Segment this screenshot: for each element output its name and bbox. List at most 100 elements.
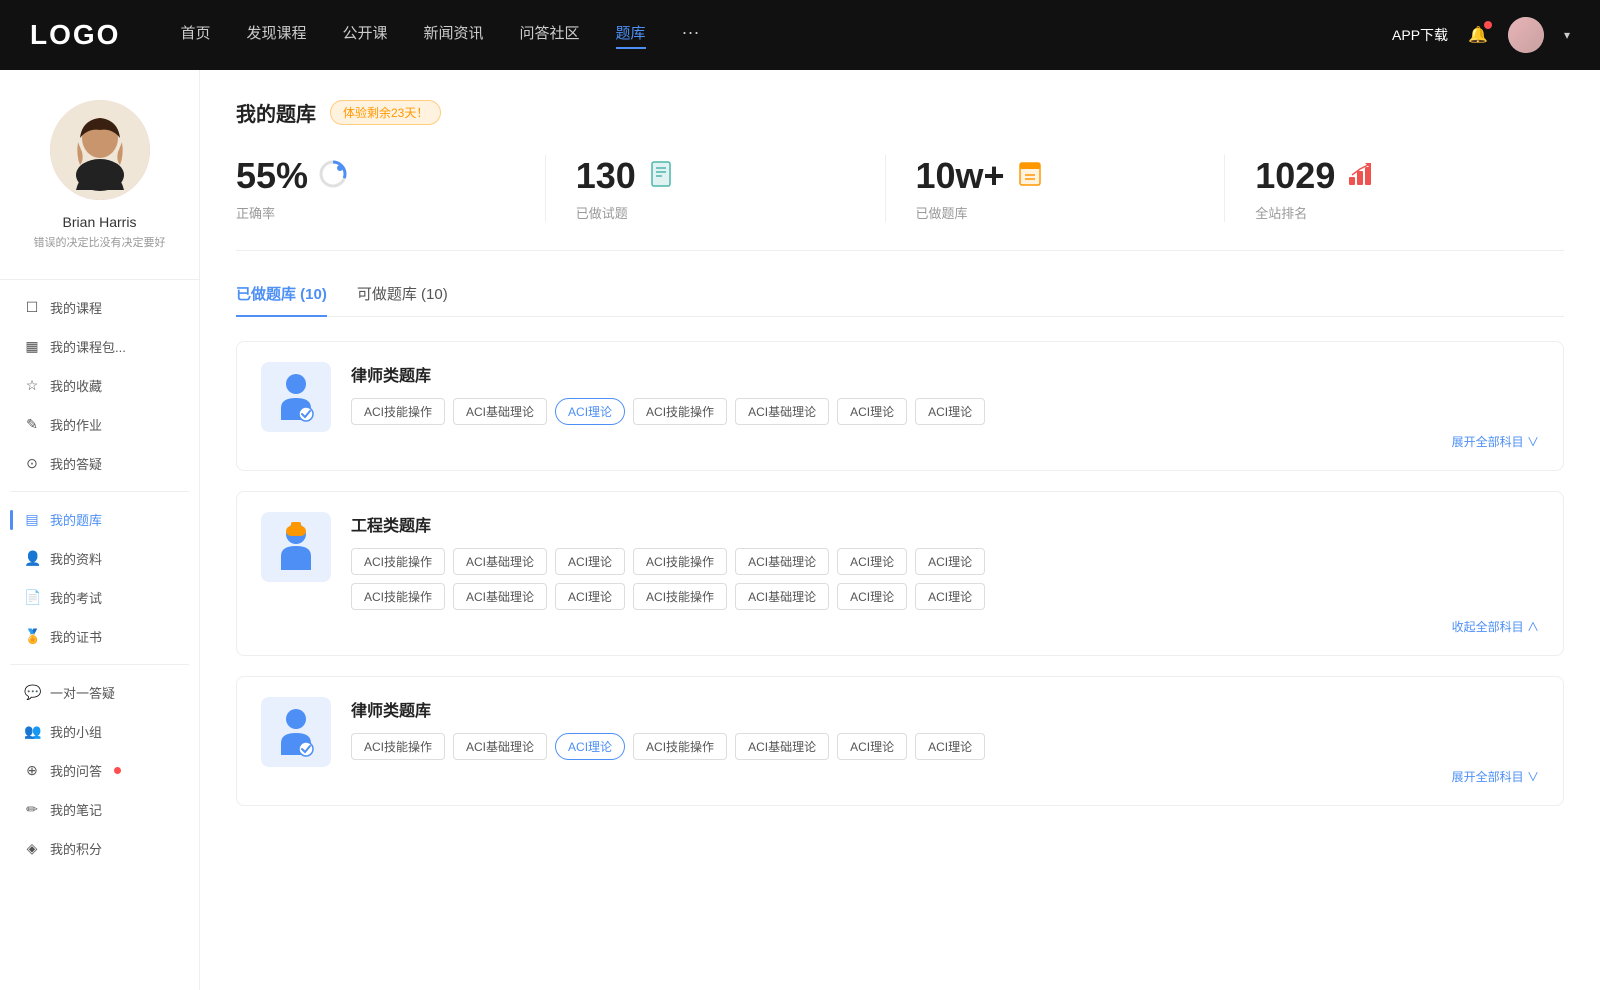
accuracy-number: 55%: [236, 155, 308, 197]
tag-3-2[interactable]: ACI理论: [555, 733, 625, 760]
tag-3-6[interactable]: ACI理论: [915, 733, 985, 760]
sidebar: Brian Harris 错误的决定比没有决定要好 ☐ 我的课程 ▦ 我的课程包…: [0, 70, 200, 990]
sidebar-item-favorites[interactable]: ☆ 我的收藏: [10, 366, 189, 405]
tag-1-3[interactable]: ACI技能操作: [633, 398, 727, 425]
nav-discover[interactable]: 发现课程: [246, 22, 306, 49]
navbar: LOGO 首页 发现课程 公开课 新闻资讯 问答社区 题库 ··· APP下载 …: [0, 0, 1600, 70]
tags-row-2b: ACI技能操作 ACI基础理论 ACI理论 ACI技能操作 ACI基础理论 AC…: [351, 583, 1539, 610]
qbank-body-2: 工程类题库 ACI技能操作 ACI基础理论 ACI理论 ACI技能操作 ACI基…: [351, 512, 1539, 635]
sidebar-item-exam[interactable]: 📄 我的考试: [10, 578, 189, 617]
sidebar-menu: ☐ 我的课程 ▦ 我的课程包... ☆ 我的收藏 ✎ 我的作业 ⊙ 我的答疑 ▤: [0, 288, 199, 868]
avatar-image: [1508, 17, 1544, 53]
nav-questions[interactable]: 题库: [616, 22, 646, 49]
user-avatar[interactable]: [1508, 17, 1544, 53]
sidebar-label-exam: 我的考试: [50, 588, 102, 607]
sidebar-item-coursepack[interactable]: ▦ 我的课程包...: [10, 327, 189, 366]
tab-done[interactable]: 已做题库 (10): [236, 283, 327, 316]
sidebar-item-questions[interactable]: ⊙ 我的答疑: [10, 444, 189, 483]
qbank-icon-lawyer-2: [261, 697, 331, 767]
tag-2b-2[interactable]: ACI理论: [555, 583, 625, 610]
accuracy-icon: [318, 159, 348, 194]
sidebar-label-coursepack: 我的课程包...: [50, 337, 126, 356]
1on1-icon: 💬: [24, 684, 40, 701]
tag-2-0[interactable]: ACI技能操作: [351, 548, 445, 575]
sidebar-item-homework[interactable]: ✎ 我的作业: [10, 405, 189, 444]
done-questions-label: 已做试题: [576, 203, 628, 222]
notification-bell[interactable]: 🔔: [1468, 25, 1488, 45]
user-dropdown-arrow[interactable]: ▾: [1564, 28, 1570, 42]
stat-banks-top: 10w+: [916, 155, 1045, 197]
tag-2b-5[interactable]: ACI理论: [837, 583, 907, 610]
sidebar-divider-1: [0, 279, 199, 280]
nav-qa[interactable]: 问答社区: [520, 22, 580, 49]
sidebar-item-qbank[interactable]: ▤ 我的题库: [10, 500, 189, 539]
qbank-body-3: 律师类题库 ACI技能操作 ACI基础理论 ACI理论 ACI技能操作 ACI基…: [351, 697, 1539, 785]
sidebar-item-profile[interactable]: 👤 我的资料: [10, 539, 189, 578]
sidebar-label-homework: 我的作业: [50, 415, 102, 434]
sidebar-item-group[interactable]: 👥 我的小组: [10, 712, 189, 751]
notes-icon: ✏: [24, 801, 40, 818]
exam-icon: 📄: [24, 589, 40, 606]
sidebar-item-points[interactable]: ◈ 我的积分: [10, 829, 189, 868]
tag-3-1[interactable]: ACI基础理论: [453, 733, 547, 760]
sidebar-divider-2: [10, 491, 189, 492]
tag-1-4[interactable]: ACI基础理论: [735, 398, 829, 425]
nav-more[interactable]: ···: [682, 22, 700, 49]
expand-link-3[interactable]: 展开全部科目 ∨: [351, 768, 1539, 785]
bell-icon: 🔔: [1468, 27, 1488, 44]
myqa-icon: ⊕: [24, 762, 40, 779]
tag-1-0[interactable]: ACI技能操作: [351, 398, 445, 425]
nav-menu: 首页 发现课程 公开课 新闻资讯 问答社区 题库 ···: [180, 22, 1392, 49]
sidebar-item-certificate[interactable]: 🏅 我的证书: [10, 617, 189, 656]
points-icon: ◈: [24, 840, 40, 857]
tag-1-1[interactable]: ACI基础理论: [453, 398, 547, 425]
app-download-button[interactable]: APP下载: [1392, 25, 1448, 45]
tag-2b-1[interactable]: ACI基础理论: [453, 583, 547, 610]
tag-3-4[interactable]: ACI基础理论: [735, 733, 829, 760]
tag-2b-6[interactable]: ACI理论: [915, 583, 985, 610]
tag-2b-4[interactable]: ACI基础理论: [735, 583, 829, 610]
main-content: 我的题库 体验剩余23天！ 55% 正确率: [200, 70, 1600, 990]
stat-done-top: 130: [576, 155, 676, 197]
tag-1-6[interactable]: ACI理论: [915, 398, 985, 425]
qbank-icon-lawyer-1: [261, 362, 331, 432]
done-number: 130: [576, 155, 636, 197]
tag-2-2[interactable]: ACI理论: [555, 548, 625, 575]
qbank-card-lawyer-1: 律师类题库 ACI技能操作 ACI基础理论 ACI理论 ACI技能操作 ACI基…: [236, 341, 1564, 471]
done-banks-icon: [1015, 159, 1045, 194]
sidebar-label-group: 我的小组: [50, 722, 102, 741]
group-icon: 👥: [24, 723, 40, 740]
tag-2-1[interactable]: ACI基础理论: [453, 548, 547, 575]
nav-news[interactable]: 新闻资讯: [424, 22, 484, 49]
tag-2-5[interactable]: ACI理论: [837, 548, 907, 575]
navbar-right: APP下载 🔔 ▾: [1392, 17, 1570, 53]
tag-1-5[interactable]: ACI理论: [837, 398, 907, 425]
expand-link-2[interactable]: 收起全部科目 ∧: [351, 618, 1539, 635]
accuracy-label: 正确率: [236, 203, 275, 222]
tag-2b-3[interactable]: ACI技能操作: [633, 583, 727, 610]
nav-opencourse[interactable]: 公开课: [342, 22, 387, 49]
rank-number: 1029: [1255, 155, 1335, 197]
qbank-icon-engineer: [261, 512, 331, 582]
tag-1-2[interactable]: ACI理论: [555, 398, 625, 425]
sidebar-item-myqa[interactable]: ⊕ 我的问答: [10, 751, 189, 790]
tag-3-3[interactable]: ACI技能操作: [633, 733, 727, 760]
tag-3-5[interactable]: ACI理论: [837, 733, 907, 760]
profile-section: Brian Harris 错误的决定比没有决定要好: [0, 70, 199, 271]
sidebar-item-notes[interactable]: ✏ 我的笔记: [10, 790, 189, 829]
avatar-svg: [50, 100, 150, 200]
nav-home[interactable]: 首页: [180, 22, 210, 49]
sidebar-item-course[interactable]: ☐ 我的课程: [10, 288, 189, 327]
tag-2-3[interactable]: ACI技能操作: [633, 548, 727, 575]
tab-available[interactable]: 可做题库 (10): [357, 283, 448, 316]
tag-3-0[interactable]: ACI技能操作: [351, 733, 445, 760]
sidebar-item-1on1[interactable]: 💬 一对一答疑: [10, 673, 189, 712]
notification-badge: [1484, 21, 1492, 29]
expand-link-1[interactable]: 展开全部科目 ∨: [351, 433, 1539, 450]
tag-2b-0[interactable]: ACI技能操作: [351, 583, 445, 610]
tag-2-6[interactable]: ACI理论: [915, 548, 985, 575]
ranking-icon: [1345, 159, 1375, 194]
sidebar-label-points: 我的积分: [50, 839, 102, 858]
profile-avatar[interactable]: [50, 100, 150, 200]
tag-2-4[interactable]: ACI基础理论: [735, 548, 829, 575]
